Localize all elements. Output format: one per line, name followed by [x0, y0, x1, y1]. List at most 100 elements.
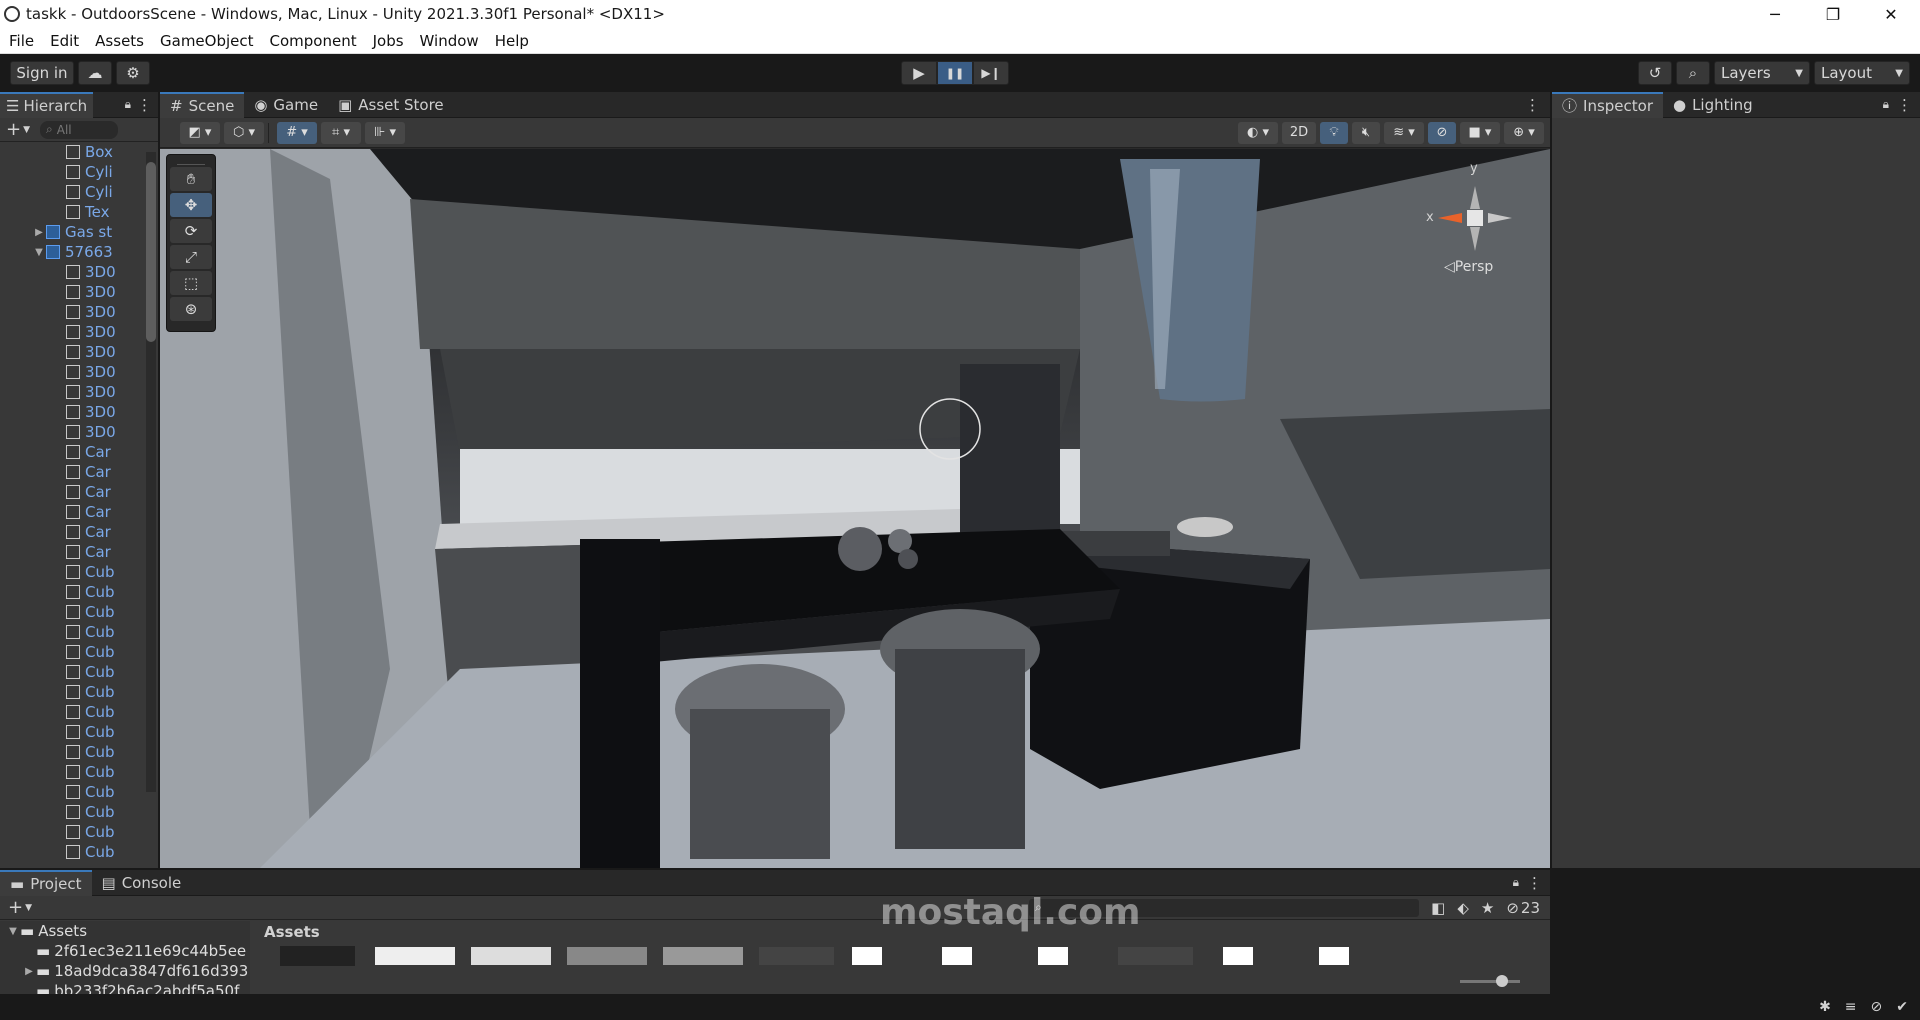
menu-gameobject[interactable]: GameObject — [151, 32, 261, 50]
persp-label[interactable]: ◁Persp — [1444, 259, 1493, 275]
network-icon[interactable]: ⊘ — [1871, 999, 1883, 1015]
hierarchy-item[interactable]: Cub — [0, 722, 158, 742]
search-button[interactable]: ⌕ — [1676, 61, 1710, 85]
hierarchy-item[interactable]: 3D0 — [0, 362, 158, 382]
render-mode-dropdown[interactable]: ⬡ ▾ — [224, 121, 264, 144]
asset-thumbnail[interactable] — [375, 947, 455, 965]
chevron-down-icon[interactable]: ▼ — [25, 903, 32, 913]
hierarchy-item[interactable]: Cub — [0, 822, 158, 842]
hierarchy-search-input[interactable]: ⌕ All — [40, 120, 119, 139]
hierarchy-item[interactable]: Car — [0, 442, 158, 462]
hidden-eye-icon[interactable]: ⊘ — [1506, 899, 1519, 917]
layout-dropdown[interactable]: Layout ▼ — [1814, 61, 1910, 85]
rotate-tool-button[interactable]: ⟳ — [170, 219, 212, 243]
grid-snap-toggle[interactable]: # ▾ — [277, 121, 317, 144]
hierarchy-item[interactable]: Car — [0, 542, 158, 562]
chevron-down-icon[interactable]: ▼ — [32, 247, 46, 258]
folder-tree-assets[interactable]: ▼ ▬ Assets — [0, 921, 250, 941]
minimize-button[interactable]: ─ — [1746, 0, 1804, 28]
restore-button[interactable]: ❐ — [1804, 0, 1862, 28]
debug-icon[interactable]: ✱ — [1819, 999, 1831, 1015]
hierarchy-item[interactable]: Cyli — [0, 162, 158, 182]
scrollbar-thumb[interactable] — [146, 162, 156, 342]
tab-console[interactable]: ▤ Console — [92, 870, 192, 896]
more-icon[interactable]: ⋮ — [1897, 96, 1912, 114]
add-icon[interactable]: + — [6, 119, 21, 140]
history-button[interactable]: ↺ — [1638, 61, 1672, 85]
hierarchy-item[interactable]: Cub — [0, 682, 158, 702]
play-button[interactable]: ▶ — [901, 61, 937, 85]
chevron-down-icon[interactable]: ▼ — [23, 125, 30, 135]
filter-label-icon[interactable]: ⬖ — [1457, 899, 1469, 917]
step-button[interactable]: ▶❙ — [973, 61, 1009, 85]
palette-handle[interactable] — [177, 157, 205, 165]
tab-hierarchy[interactable]: ☰ Hierarch — [0, 91, 94, 118]
lock-icon[interactable]: 🔒︎ — [1513, 875, 1519, 890]
hierarchy-item[interactable]: 3D0 — [0, 342, 158, 362]
hierarchy-item[interactable]: 3D0 — [0, 402, 158, 422]
asset-thumbnail[interactable] — [471, 947, 551, 965]
hierarchy-item[interactable]: 3D0 — [0, 322, 158, 342]
favorite-star-icon[interactable]: ★ — [1481, 899, 1494, 917]
rect-tool-button[interactable]: ⬚ — [170, 271, 212, 295]
asset-thumbnail[interactable] — [280, 946, 355, 966]
cloud-button[interactable]: ☁ — [78, 61, 112, 85]
asset-thumbnail[interactable] — [1118, 947, 1193, 965]
hierarchy-item[interactable]: Cub — [0, 702, 158, 722]
thumbnail-size-slider[interactable] — [1460, 975, 1520, 987]
pause-button[interactable]: ❚❚ — [937, 61, 973, 85]
hierarchy-item[interactable]: Cyli — [0, 182, 158, 202]
assets-breadcrumb[interactable]: Assets — [264, 923, 320, 941]
hierarchy-item[interactable]: Cub — [0, 662, 158, 682]
asset-thumbnail[interactable] — [663, 947, 743, 965]
stack-icon[interactable]: ≡ — [1845, 999, 1857, 1015]
tab-project[interactable]: ▬ Project — [0, 869, 92, 896]
hierarchy-item[interactable]: ▶ Gas st — [0, 222, 158, 242]
filter-type-icon[interactable]: ◧ — [1431, 899, 1445, 917]
check-icon[interactable]: ✔ — [1896, 999, 1908, 1015]
snap-increment-dropdown[interactable]: ⌗ ▾ — [321, 121, 361, 144]
tab-scene[interactable]: # Scene — [160, 91, 245, 118]
hierarchy-item[interactable]: Cub — [0, 582, 158, 602]
lighting-toggle[interactable]: 💡︎ — [1320, 121, 1348, 144]
hierarchy-item[interactable]: 3D0 — [0, 302, 158, 322]
asset-thumbnail[interactable] — [852, 947, 882, 965]
hierarchy-item[interactable]: Car — [0, 502, 158, 522]
menu-assets[interactable]: Assets — [86, 32, 151, 50]
asset-thumbnail[interactable] — [567, 947, 647, 965]
move-tool-button[interactable]: ✥ — [170, 193, 212, 217]
more-icon[interactable]: ⋮ — [137, 96, 152, 114]
menu-edit[interactable]: Edit — [41, 32, 86, 50]
scene-viewport[interactable]: ✋︎ ✥ ⟳ ⤢ ⬚ ⊛ y x ◁Persp — [160, 149, 1550, 868]
hierarchy-item[interactable]: Cub — [0, 842, 158, 862]
hierarchy-item[interactable]: Tex — [0, 202, 158, 222]
chevron-right-icon[interactable]: ▶ — [32, 227, 46, 238]
hierarchy-scrollbar[interactable] — [146, 152, 156, 792]
collab-button[interactable]: ⚙ — [116, 61, 150, 85]
transform-tool-button[interactable]: ⊛ — [170, 297, 212, 321]
asset-thumbnail[interactable] — [1223, 947, 1253, 965]
add-icon[interactable]: + — [8, 897, 23, 918]
hierarchy-item[interactable]: Cub — [0, 762, 158, 782]
menu-jobs[interactable]: Jobs — [364, 32, 411, 50]
folder-tree-item[interactable]: ▬ 2f61ec3e211e69c44b5ee — [0, 941, 250, 961]
slider-handle[interactable] — [1496, 975, 1508, 987]
hierarchy-item[interactable]: Cub — [0, 742, 158, 762]
tab-game[interactable]: ◉ Game — [244, 92, 328, 118]
layers-dropdown[interactable]: Layers ▼ — [1714, 61, 1810, 85]
more-icon[interactable]: ⋮ — [1527, 874, 1542, 892]
tab-asset-store[interactable]: ▣ Asset Store — [328, 92, 454, 118]
asset-thumbnail[interactable] — [759, 947, 834, 965]
menu-window[interactable]: Window — [411, 32, 486, 50]
hierarchy-item[interactable]: Cub — [0, 642, 158, 662]
hierarchy-item[interactable]: 3D0 — [0, 382, 158, 402]
folder-tree-item[interactable]: ▶ ▬ 18ad9dca3847df616d393 — [0, 961, 250, 981]
lock-icon[interactable]: 🔒︎ — [125, 97, 131, 112]
hierarchy-item[interactable]: Cub — [0, 622, 158, 642]
camera-dropdown[interactable]: ■ ▾ — [1460, 121, 1500, 144]
hierarchy-item[interactable]: 3D0 — [0, 282, 158, 302]
tab-inspector[interactable]: ⓘ Inspector — [1552, 91, 1663, 118]
gizmos-dropdown[interactable]: ⊕ ▾ — [1504, 121, 1544, 144]
asset-thumbnail[interactable] — [1038, 947, 1068, 965]
hierarchy-item[interactable]: 3D0 — [0, 422, 158, 442]
